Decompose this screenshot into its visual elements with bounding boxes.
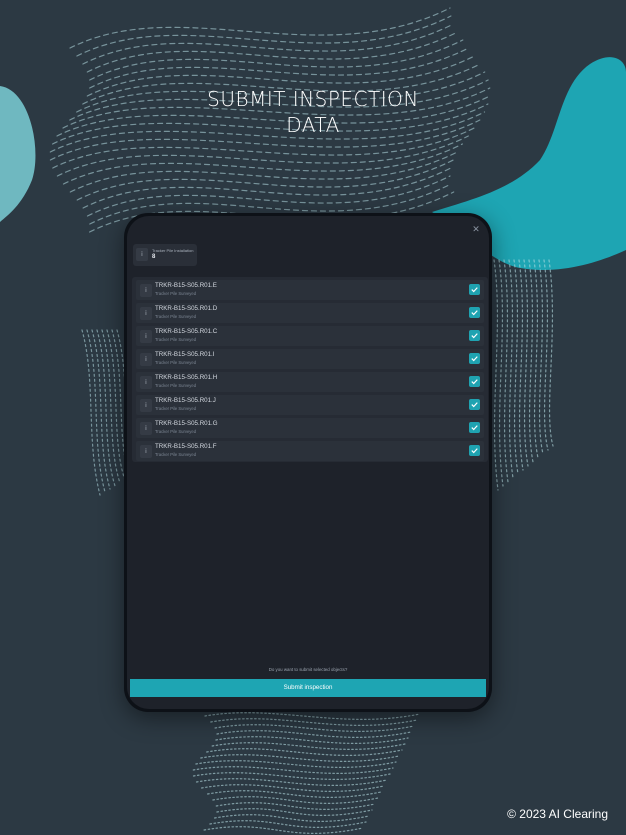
object-id: TRKR-B15-S05.R01.F xyxy=(155,443,217,450)
info-icon[interactable]: i xyxy=(136,248,148,261)
info-icon[interactable]: i xyxy=(140,353,152,366)
object-status: Tracker Pile Surveyed xyxy=(155,360,197,365)
object-status: Tracker Pile Surveyed xyxy=(155,406,197,411)
tablet-device-frame: ✕ i Tracker Pile Installation 8 i TRKR-B… xyxy=(124,213,492,712)
list-item[interactable]: i TRKR-B15-S05.R01.F Tracker Pile Survey… xyxy=(136,441,484,461)
object-list: i TRKR-B15-S05.R01.E Tracker Pile Survey… xyxy=(132,277,488,462)
list-item[interactable]: i TRKR-B15-S05.R01.J Tracker Pile Survey… xyxy=(136,395,484,415)
submit-inspection-button[interactable]: Submit inspection xyxy=(130,679,486,697)
object-id: TRKR-B15-S05.R01.D xyxy=(155,305,218,312)
select-checkbox[interactable] xyxy=(469,376,480,387)
confirm-prompt: Do you want to submit selected objects? xyxy=(268,667,348,672)
select-checkbox[interactable] xyxy=(469,353,480,364)
select-checkbox[interactable] xyxy=(469,330,480,341)
object-id: TRKR-B15-S05.R01.G xyxy=(155,420,218,427)
object-status: Tracker Pile Surveyed xyxy=(155,452,197,457)
info-icon[interactable]: i xyxy=(140,445,152,458)
copyright-text: © 2023 AI Clearing xyxy=(507,807,608,821)
summary-label: Tracker Pile Installation xyxy=(152,248,194,253)
page-title-line-1: SUBMIT INSPECTION xyxy=(207,87,419,111)
object-id: TRKR-B15-S05.R01.E xyxy=(155,282,217,289)
list-item[interactable]: i TRKR-B15-S05.R01.D Tracker Pile Survey… xyxy=(136,303,484,323)
select-checkbox[interactable] xyxy=(469,422,480,433)
select-checkbox[interactable] xyxy=(469,399,480,410)
list-item[interactable]: i TRKR-B15-S05.R01.G Tracker Pile Survey… xyxy=(136,418,484,438)
info-icon[interactable]: i xyxy=(140,376,152,389)
object-status: Tracker Pile Surveyed xyxy=(155,383,197,388)
object-status: Tracker Pile Surveyed xyxy=(155,291,197,296)
select-checkbox[interactable] xyxy=(469,307,480,318)
select-checkbox[interactable] xyxy=(469,445,480,456)
info-icon[interactable]: i xyxy=(140,284,152,297)
list-item[interactable]: i TRKR-B15-S05.R01.I Tracker Pile Survey… xyxy=(136,349,484,369)
list-item[interactable]: i TRKR-B15-S05.R01.E Tracker Pile Survey… xyxy=(136,280,484,300)
page-title-line-2: DATA xyxy=(286,113,340,137)
object-id: TRKR-B15-S05.R01.I xyxy=(155,351,215,358)
object-id: TRKR-B15-S05.R01.J xyxy=(155,397,216,404)
info-icon[interactable]: i xyxy=(140,422,152,435)
page-title: SUBMIT INSPECTION DATA xyxy=(0,86,626,138)
object-status: Tracker Pile Surveyed xyxy=(155,429,197,434)
info-icon[interactable]: i xyxy=(140,330,152,343)
object-id: TRKR-B15-S05.R01.H xyxy=(155,374,218,381)
close-icon[interactable]: ✕ xyxy=(471,225,481,235)
submit-dialog: ✕ i Tracker Pile Installation 8 i TRKR-B… xyxy=(127,216,489,709)
list-item[interactable]: i TRKR-B15-S05.R01.H Tracker Pile Survey… xyxy=(136,372,484,392)
object-id: TRKR-B15-S05.R01.C xyxy=(155,328,218,335)
summary-card: i Tracker Pile Installation 8 xyxy=(133,244,197,266)
info-icon[interactable]: i xyxy=(140,399,152,412)
info-icon[interactable]: i xyxy=(140,307,152,320)
select-checkbox[interactable] xyxy=(469,284,480,295)
summary-count: 8 xyxy=(152,254,156,260)
object-status: Tracker Pile Surveyed xyxy=(155,337,197,342)
list-item[interactable]: i TRKR-B15-S05.R01.C Tracker Pile Survey… xyxy=(136,326,484,346)
object-status: Tracker Pile Surveyed xyxy=(155,314,197,319)
